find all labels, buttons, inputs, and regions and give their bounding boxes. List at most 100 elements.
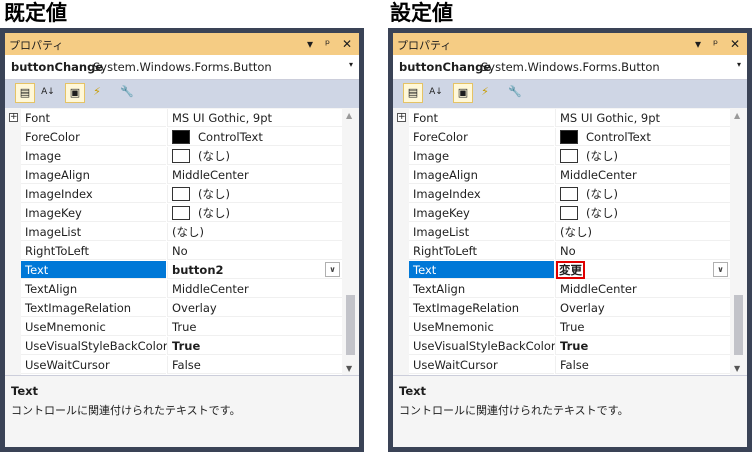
property-row-righttoleft[interactable]: RightToLeft No [393, 242, 730, 261]
property-value[interactable]: No [167, 242, 342, 260]
property-value[interactable]: Overlay [167, 299, 342, 317]
property-pages-icon[interactable]: 🔧 [505, 83, 525, 103]
property-value[interactable]: ControlText [167, 128, 342, 146]
property-value-input[interactable]: button2 ∨ [167, 261, 342, 279]
property-value[interactable]: MiddleCenter [167, 280, 342, 298]
property-row-imagekey[interactable]: ImageKey (なし) [393, 204, 730, 223]
properties-title-bar[interactable]: プロパティ ▾ ᵖ ✕ [393, 33, 747, 55]
property-row-usevisualstylebackcolor[interactable]: UseVisualStyleBackColor True [5, 337, 342, 356]
property-value[interactable]: No [555, 242, 730, 260]
property-row-forecolor[interactable]: ForeColor ControlText [393, 128, 730, 147]
property-value[interactable]: (なし) [555, 147, 730, 165]
property-row-font[interactable]: + Font MS UI Gothic, 9pt [393, 109, 730, 128]
object-selector[interactable]: buttonChange System.Windows.Forms.Button… [5, 55, 359, 80]
categorized-icon[interactable]: ▤ [403, 83, 423, 103]
property-row-usemnemonic[interactable]: UseMnemonic True [393, 318, 730, 337]
scroll-thumb[interactable] [734, 295, 743, 355]
property-row-text[interactable]: Text button2 ∨ [5, 261, 342, 280]
property-value[interactable]: MS UI Gothic, 9pt [555, 109, 730, 127]
properties-toolbar: ▤ A↓ ▣ ⚡ 🔧 [393, 80, 747, 108]
properties-icon[interactable]: ▣ [453, 83, 473, 103]
property-value[interactable]: (なし) [167, 204, 342, 222]
vertical-scrollbar[interactable]: ▲ ▼ [342, 109, 359, 375]
property-value[interactable]: True [555, 318, 730, 336]
window-menu-icon[interactable]: ▾ [695, 36, 701, 52]
property-row-usewaitcursor[interactable]: UseWaitCursor False [393, 356, 730, 375]
properties-icon[interactable]: ▣ [65, 83, 85, 103]
alphabetical-icon[interactable]: A↓ [38, 83, 58, 103]
property-value[interactable]: MS UI Gothic, 9pt [167, 109, 342, 127]
property-row-image[interactable]: Image (なし) [393, 147, 730, 166]
property-value[interactable]: True [167, 318, 342, 336]
property-row-usemnemonic[interactable]: UseMnemonic True [5, 318, 342, 337]
property-row-imagelist[interactable]: ImageList (なし) [393, 223, 730, 242]
close-icon[interactable]: ✕ [730, 36, 740, 52]
property-pages-icon[interactable]: 🔧 [117, 83, 137, 103]
property-name: UseVisualStyleBackColor [409, 337, 556, 355]
row-gutter [5, 261, 21, 280]
property-value[interactable]: False [167, 356, 342, 374]
property-row-usewaitcursor[interactable]: UseWaitCursor False [5, 356, 342, 375]
property-row-righttoleft[interactable]: RightToLeft No [5, 242, 342, 261]
property-value[interactable]: (なし) [167, 147, 342, 165]
property-row-textimagerelation[interactable]: TextImageRelation Overlay [5, 299, 342, 318]
property-value[interactable]: (なし) [167, 185, 342, 203]
property-value[interactable]: ControlText [555, 128, 730, 146]
chevron-down-icon[interactable]: ∨ [713, 262, 728, 277]
property-row-textalign[interactable]: TextAlign MiddleCenter [393, 280, 730, 299]
property-row-text[interactable]: Text 変更 ∨ [393, 261, 730, 280]
property-row-imagelist[interactable]: ImageList (なし) [5, 223, 342, 242]
property-value[interactable]: MiddleCenter [167, 166, 342, 184]
property-row-imagealign[interactable]: ImageAlign MiddleCenter [393, 166, 730, 185]
property-row-image[interactable]: Image (なし) [5, 147, 342, 166]
property-value[interactable]: Overlay [555, 299, 730, 317]
pin-icon[interactable]: ᵖ [713, 36, 718, 52]
property-value[interactable]: (なし) [555, 204, 730, 222]
changed-value-highlight: 変更 [556, 261, 585, 279]
property-row-textalign[interactable]: TextAlign MiddleCenter [5, 280, 342, 299]
close-icon[interactable]: ✕ [342, 36, 352, 52]
events-icon[interactable]: ⚡ [475, 83, 495, 103]
chevron-down-icon[interactable]: ▾ [349, 60, 353, 69]
property-value[interactable]: True [167, 337, 342, 355]
property-value[interactable]: (なし) [167, 223, 342, 241]
window-menu-icon[interactable]: ▾ [307, 36, 313, 52]
property-value[interactable]: (なし) [555, 185, 730, 203]
scroll-up-icon[interactable]: ▲ [734, 111, 740, 120]
pin-icon[interactable]: ᵖ [325, 36, 330, 52]
property-row-textimagerelation[interactable]: TextImageRelation Overlay [393, 299, 730, 318]
properties-title-bar[interactable]: プロパティ ▾ ᵖ ✕ [5, 33, 359, 55]
events-icon[interactable]: ⚡ [87, 83, 107, 103]
scroll-down-icon[interactable]: ▼ [346, 364, 352, 373]
expand-icon[interactable]: + [9, 113, 18, 122]
alphabetical-icon[interactable]: A↓ [426, 83, 446, 103]
image-swatch [172, 187, 190, 201]
property-row-imagekey[interactable]: ImageKey (なし) [5, 204, 342, 223]
property-value[interactable]: MiddleCenter [555, 166, 730, 184]
property-row-forecolor[interactable]: ForeColor ControlText [5, 128, 342, 147]
row-gutter [393, 242, 409, 261]
property-row-imagealign[interactable]: ImageAlign MiddleCenter [5, 166, 342, 185]
property-row-imageindex[interactable]: ImageIndex (なし) [393, 185, 730, 204]
property-row-usevisualstylebackcolor[interactable]: UseVisualStyleBackColor True [393, 337, 730, 356]
expand-icon[interactable]: + [397, 113, 406, 122]
vertical-scrollbar[interactable]: ▲ ▼ [730, 109, 747, 375]
categorized-icon[interactable]: ▤ [15, 83, 35, 103]
scroll-down-icon[interactable]: ▼ [734, 364, 740, 373]
scroll-up-icon[interactable]: ▲ [346, 111, 352, 120]
property-value[interactable]: True [555, 337, 730, 355]
chevron-down-icon[interactable]: ▾ [737, 60, 741, 69]
property-value[interactable]: False [555, 356, 730, 374]
object-selector[interactable]: buttonChange System.Windows.Forms.Button… [393, 55, 747, 80]
property-row-imageindex[interactable]: ImageIndex (なし) [5, 185, 342, 204]
property-value-input[interactable]: 変更 ∨ [555, 261, 730, 279]
chevron-down-icon[interactable]: ∨ [325, 262, 340, 277]
property-name: ImageList [409, 223, 554, 241]
row-gutter [393, 337, 409, 356]
property-value-text: (なし) [198, 149, 230, 163]
scroll-thumb[interactable] [346, 295, 355, 355]
row-gutter [393, 185, 409, 204]
property-value[interactable]: (なし) [555, 223, 730, 241]
property-row-font[interactable]: + Font MS UI Gothic, 9pt [5, 109, 342, 128]
property-value[interactable]: MiddleCenter [555, 280, 730, 298]
